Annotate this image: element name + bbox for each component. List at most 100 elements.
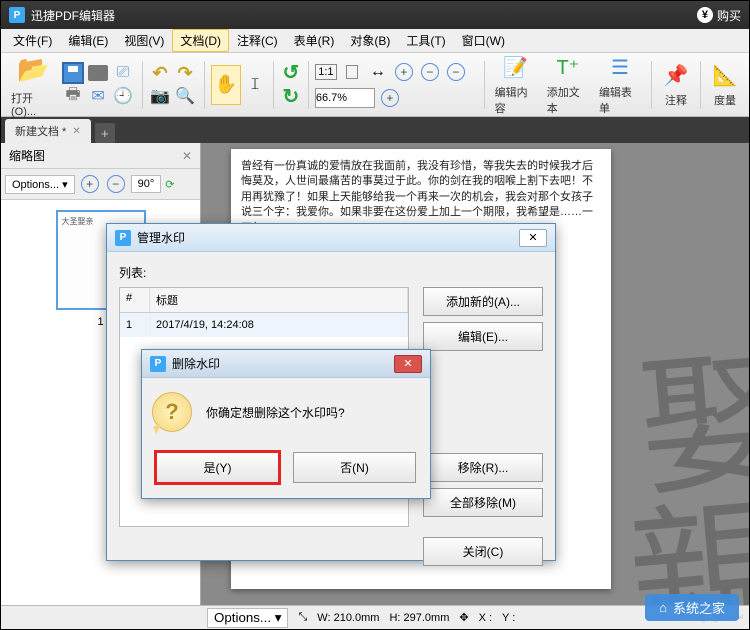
measure-icon: 📐	[711, 62, 739, 90]
app-logo-icon: P	[150, 356, 166, 372]
zoom-out-button[interactable]: −	[445, 61, 467, 83]
hand-tool-button[interactable]: ✋	[211, 65, 241, 105]
menu-edit[interactable]: 编辑(E)	[60, 29, 116, 52]
mail-button[interactable]: ✉	[87, 85, 109, 107]
recent-button[interactable]: 🕘	[112, 85, 134, 107]
zoom-in-icon: +	[395, 63, 413, 81]
add-new-button[interactable]: 添加新的(A)...	[423, 287, 543, 316]
yes-button[interactable]: 是(Y)	[156, 452, 279, 483]
buy-button[interactable]: ¥ 购买	[697, 7, 741, 24]
zoom-in-icon-button[interactable]: +	[393, 61, 415, 83]
thumb-rotate-button[interactable]: 90°	[131, 175, 162, 193]
manage-dialog-titlebar[interactable]: P 管理水印 ✕	[107, 224, 555, 252]
zoom-input[interactable]	[315, 88, 375, 108]
buy-label: 购买	[717, 7, 741, 24]
actual-size-icon: 1:1	[315, 64, 336, 80]
table-row[interactable]: 1 2017/4/19, 14:24:08	[120, 313, 408, 337]
brand-watermark: ⌂ 系统之家	[645, 594, 739, 621]
menu-object[interactable]: 对象(B)	[342, 29, 398, 52]
table-header: # 标题	[120, 288, 408, 313]
cursor-icon: ✥	[459, 611, 468, 624]
thumb-options-button[interactable]: Options... ▾	[5, 175, 75, 194]
menu-file[interactable]: 文件(F)	[5, 29, 60, 52]
snapshot-button[interactable]: 📷	[149, 85, 171, 107]
print-button[interactable]	[87, 62, 109, 84]
y-label: Y :	[502, 612, 515, 624]
confirm-dialog-close-button[interactable]: ✕	[394, 355, 422, 373]
separator	[273, 61, 274, 109]
annotate-button[interactable]: 📌注释	[658, 62, 694, 108]
edit-form-button[interactable]: ☰编辑表单	[595, 54, 645, 116]
confirm-dialog-titlebar[interactable]: P 删除水印 ✕	[142, 350, 430, 378]
zoom-group: 1:1 ↔ + − − +	[315, 61, 478, 109]
zoom-out-icon: −	[107, 175, 125, 193]
printer-icon	[88, 65, 108, 81]
edit-content-label: 编辑内容	[495, 84, 537, 116]
separator	[142, 61, 143, 109]
thumb-zoom-in-button[interactable]: +	[79, 173, 101, 195]
fit-page-button[interactable]	[341, 61, 363, 83]
edit-button[interactable]: 编辑(E)...	[423, 322, 543, 351]
close-tab-icon[interactable]: ✕	[72, 126, 80, 137]
menu-document[interactable]: 文档(D)	[172, 29, 229, 52]
remove-button[interactable]: 移除(R)...	[423, 453, 543, 482]
select-tool-button[interactable]: 𝙸	[243, 65, 267, 105]
close-panel-icon[interactable]: ✕	[182, 149, 192, 163]
edit-content-icon: 📝	[502, 54, 530, 82]
app-title: 迅捷PDF编辑器	[31, 7, 115, 24]
rotate-cw-button[interactable]: ↻	[280, 86, 302, 108]
save-button[interactable]	[62, 62, 84, 84]
menu-form[interactable]: 表单(R)	[286, 29, 343, 52]
menu-view[interactable]: 视图(V)	[116, 29, 172, 52]
zoom-out-icon-button[interactable]: −	[419, 61, 441, 83]
rotate-cw-icon: ↻	[283, 84, 300, 109]
fit-width-icon: ↔	[370, 63, 386, 81]
menu-window[interactable]: 窗口(W)	[454, 29, 513, 52]
edit-form-label: 编辑表单	[599, 84, 641, 116]
question-icon: ?	[152, 392, 192, 432]
add-text-button[interactable]: T⁺添加文本	[543, 54, 593, 116]
close-icon: ✕	[528, 231, 537, 244]
no-button[interactable]: 否(N)	[293, 452, 416, 483]
add-tab-button[interactable]: +	[95, 123, 115, 143]
height-label: H: 297.0mm	[389, 612, 449, 624]
find-button[interactable]: 🔍	[174, 85, 196, 107]
confirm-delete-dialog: P 删除水印 ✕ ? 你确定想删除这个水印吗? 是(Y) 否(N)	[141, 349, 431, 499]
annotate-icon: 📌	[662, 62, 690, 90]
measure-button[interactable]: 📐度量	[707, 62, 743, 108]
redo-button[interactable]: ↷	[174, 62, 196, 84]
manage-dialog-title: 管理水印	[137, 229, 185, 246]
document-tab-bar: 新建文档 * ✕ +	[1, 117, 749, 143]
confirm-buttons: 是(Y) 否(N)	[142, 446, 430, 495]
status-bar: Options... ▾ ⤡ W: 210.0mm H: 297.0mm ✥ X…	[1, 605, 749, 629]
edit-form-icon: ☰	[606, 54, 634, 82]
close-button[interactable]: 关闭(C)	[423, 537, 543, 566]
open-button[interactable]: 📂 打开(O)...	[7, 52, 60, 118]
zoom-in-button[interactable]: +	[379, 87, 401, 109]
menu-tool[interactable]: 工具(T)	[398, 29, 453, 52]
confirm-message: 你确定想删除这个水印吗?	[206, 404, 345, 421]
undo-button[interactable]: ↶	[149, 62, 171, 84]
print2-button[interactable]: 🖶	[62, 85, 84, 107]
main-toolbar: 📂 打开(O)... ⎚ 🖶 ✉ 🕘 ↶ ↷ 📷 🔍 ✋ 𝙸 ↺ ↻ 1:1 ↔…	[1, 53, 749, 117]
printer2-icon: 🖶	[66, 83, 81, 110]
fit-width-button[interactable]: ↔	[367, 61, 389, 83]
manage-dialog-close-button[interactable]: ✕	[519, 229, 547, 247]
actual-size-button[interactable]: 1:1	[315, 61, 337, 83]
document-tab[interactable]: 新建文档 * ✕	[5, 119, 91, 143]
history-group: ↶ ↷ 📷 🔍	[149, 62, 198, 107]
width-value: 210.0mm	[334, 612, 380, 624]
confirm-message-row: ? 你确定想删除这个水印吗?	[142, 378, 430, 446]
separator	[700, 61, 701, 109]
close-icon: ✕	[403, 357, 412, 370]
scan-button[interactable]: ⎚	[112, 62, 134, 84]
edit-content-button[interactable]: 📝编辑内容	[491, 54, 541, 116]
thumb-zoom-out-button[interactable]: −	[105, 173, 127, 195]
refresh-icon[interactable]: ⟳	[165, 178, 174, 191]
remove-all-button[interactable]: 全部移除(M)	[423, 488, 543, 517]
home-icon: ⌂	[659, 600, 667, 615]
brand-watermark-label: 系统之家	[673, 598, 725, 617]
menu-comment[interactable]: 注释(C)	[229, 29, 286, 52]
status-options-button[interactable]: Options... ▾	[207, 608, 288, 628]
rotate-ccw-button[interactable]: ↺	[280, 62, 302, 84]
